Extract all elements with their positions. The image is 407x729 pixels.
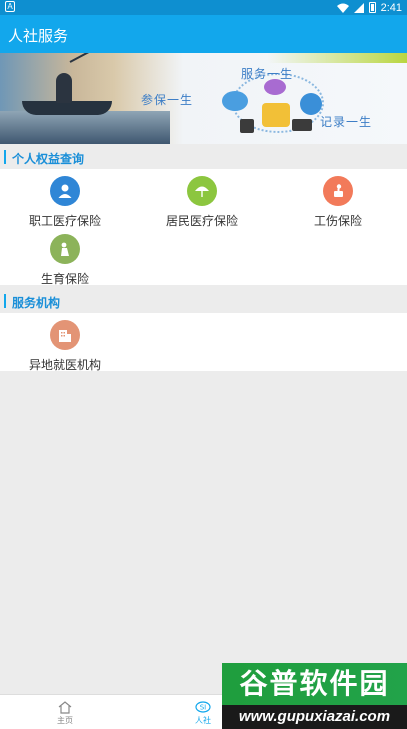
banner-accent	[267, 53, 407, 63]
grid-item-label: 居民医疗保险	[165, 214, 238, 228]
svg-text:SI: SI	[200, 704, 207, 712]
app-bar: 人社服务	[0, 15, 407, 53]
banner-phone-icon	[240, 119, 254, 133]
grid-item-label: 工伤保险	[313, 214, 362, 228]
banner-slogan-right: 记录一生	[320, 115, 373, 129]
banner-image[interactable]: 服务一生 参保一生 记录一生	[0, 53, 407, 144]
person-icon	[50, 176, 80, 206]
maternity-icon	[50, 234, 80, 264]
section-accent-bar	[4, 294, 6, 308]
status-time: 2:41	[380, 1, 402, 14]
watermark-logo: 谷普软件园 www.gupuxiazai.com	[222, 663, 407, 729]
grid-item-label: 职工医疗保险	[28, 214, 101, 228]
section-accent-bar	[4, 150, 6, 164]
banner-fishing-rod	[69, 53, 115, 63]
wifi-icon	[336, 3, 349, 13]
grid-item-resident-medical[interactable]: 居民医疗保险	[137, 176, 267, 229]
section-title: 个人权益查询	[12, 152, 85, 166]
signal-icon	[353, 2, 364, 13]
grid-item-label: 生育保险	[40, 272, 89, 286]
battery-icon	[368, 2, 376, 13]
grid-item-work-injury[interactable]: 工伤保险	[273, 176, 403, 229]
notification-icon: A	[5, 1, 15, 12]
banner-fisherman	[56, 73, 72, 103]
banner-slogan-top: 服务一生	[241, 67, 294, 81]
banner-slogan-left: 参保一生	[141, 93, 194, 107]
section-header-service-orgs: 服务机构	[0, 289, 407, 313]
nav-item-home[interactable]: 主页	[25, 699, 105, 726]
grid-item-maternity[interactable]: 生育保险	[0, 234, 130, 287]
banner-chat-icon	[222, 91, 248, 111]
grid-item-employee-medical[interactable]: 职工医疗保险	[0, 176, 130, 229]
personal-rights-panel: 职工医疗保险 居民医疗保险 工伤保险 生育保险	[0, 169, 407, 287]
banner-water	[0, 111, 170, 144]
umbrella-icon	[187, 176, 217, 206]
banner-dollar-icon	[300, 93, 322, 115]
section-header-personal-rights: 个人权益查询	[0, 145, 407, 169]
grid-item-remote-medical-institution[interactable]: 异地就医机构	[0, 320, 130, 373]
watermark-url: www.gupuxiazai.com	[222, 705, 407, 729]
watermark-top-text: 谷普软件园	[222, 663, 407, 705]
banner-boat	[22, 101, 112, 115]
section-title: 服务机构	[12, 296, 61, 310]
status-bar: A 2:41	[0, 0, 407, 15]
home-icon	[25, 699, 105, 715]
building-icon	[50, 320, 80, 350]
page-title: 人社服务	[8, 27, 69, 45]
nav-item-label: 主页	[57, 716, 73, 725]
banner-ticket-icon	[292, 119, 312, 131]
grid-item-label: 异地就医机构	[28, 358, 101, 372]
banner-chart-icon	[262, 103, 290, 127]
injury-icon	[323, 176, 353, 206]
service-orgs-panel: 异地就医机构	[0, 313, 407, 373]
